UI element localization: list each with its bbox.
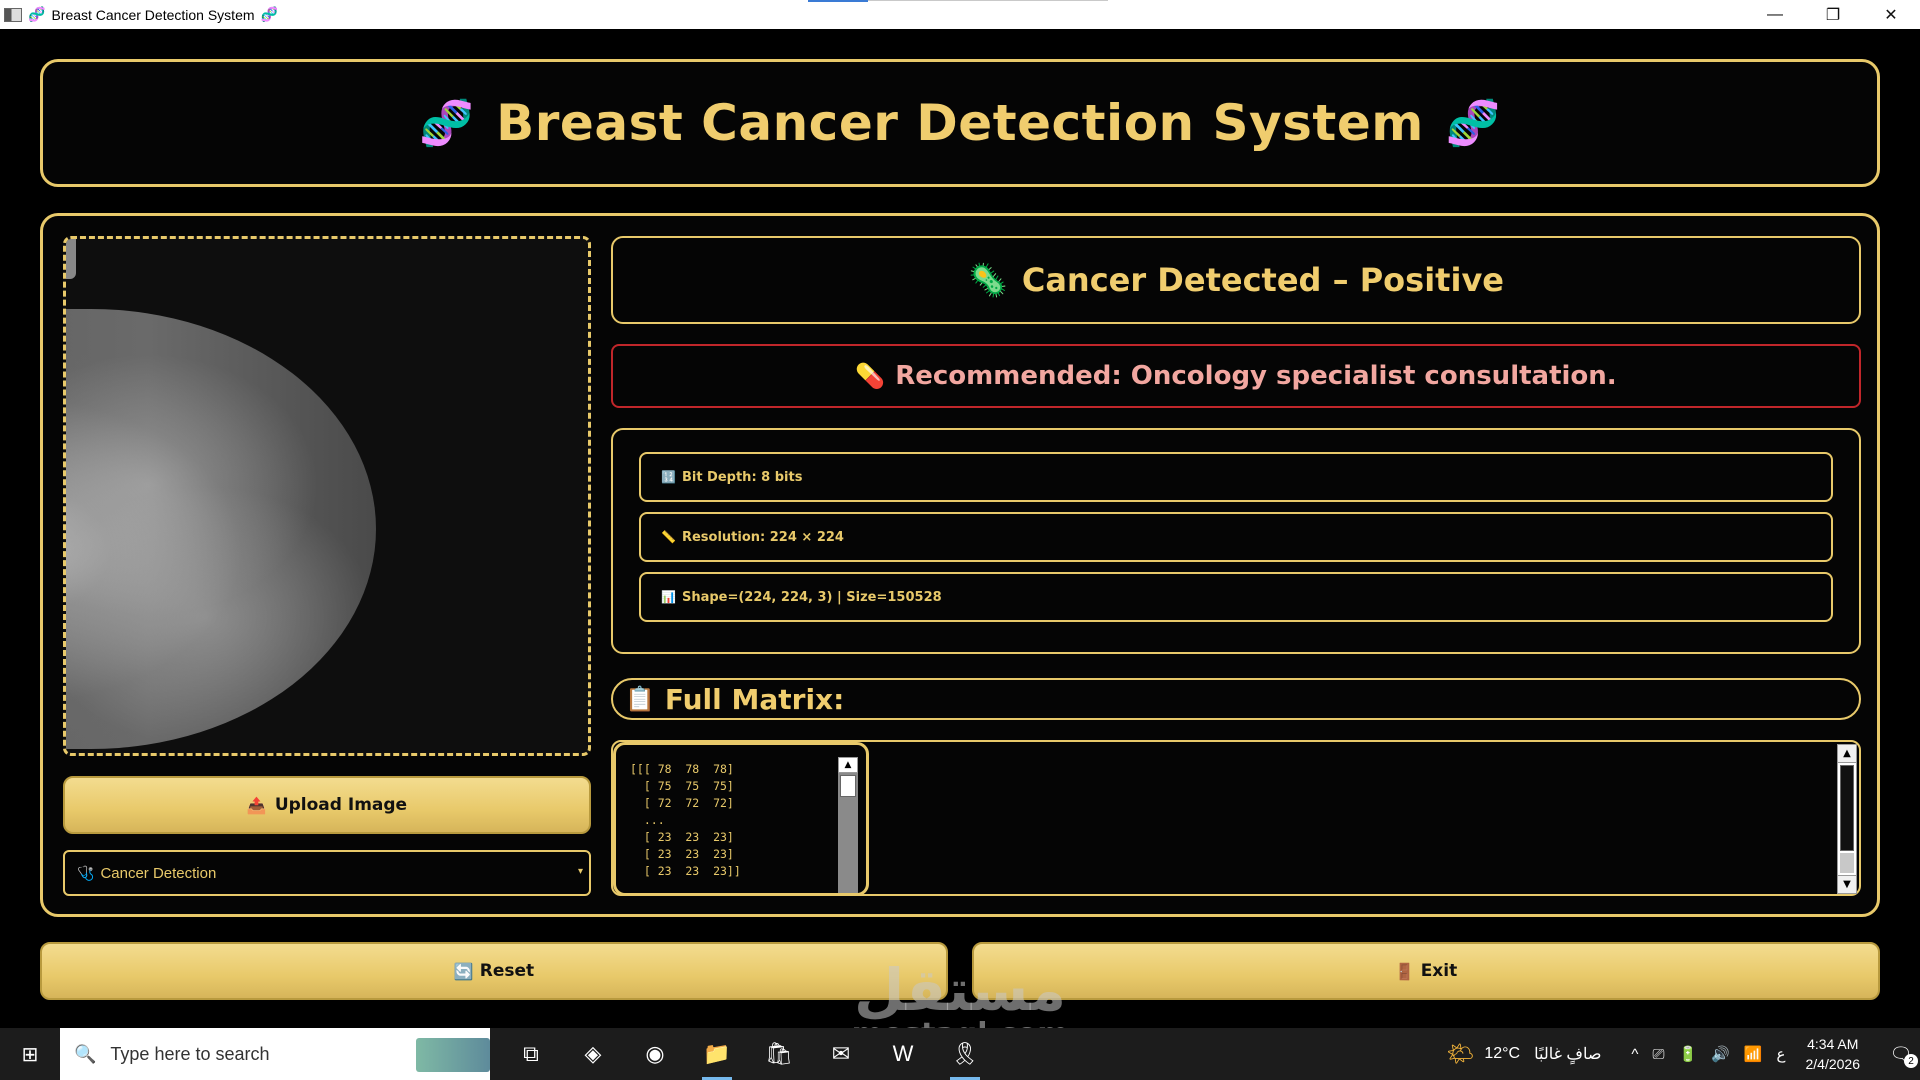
title-dna-icon-right: 🧬 (260, 6, 278, 22)
window-controls: — ❐ ✕ (1746, 0, 1920, 29)
weather-icon: 🌤 (1446, 1041, 1475, 1066)
matrix-content: [[[ 78 78 78] [ 75 75 75] [ 72 72 72] ..… (630, 762, 741, 878)
edge-icon[interactable]: ◉ (624, 1028, 686, 1080)
refresh-icon: 🔄 (453, 961, 474, 981)
main-panel: 📤 Upload Image 🩺 Cancer Detection ▾ 🦠 Ca… (40, 213, 1880, 917)
numbers-icon: 🔢 (661, 470, 676, 484)
maximize-button[interactable]: ❐ (1804, 0, 1862, 29)
scrollbar-thumb[interactable] (840, 775, 856, 797)
weather-temp: 12°C (1484, 1045, 1521, 1062)
window-titlebar: 🧬 Breast Cancer Detection System 🧬 — ❐ ✕ (0, 0, 1920, 29)
full-matrix-header: 📋 Full Matrix: (611, 678, 1861, 720)
upload-icon: 📤 (246, 795, 267, 815)
stethoscope-icon: 🩺 (77, 864, 95, 881)
resolution-row: 📏 Resolution: 224 × 224 (639, 512, 1833, 562)
taskbar-search-input[interactable]: 🔍 Type here to search (60, 1028, 490, 1080)
header-panel: 🧬 Breast Cancer Detection System 🧬 (40, 59, 1880, 187)
clock-time: 4:34 AM (1807, 1036, 1859, 1052)
window-title: Breast Cancer Detection System (51, 6, 255, 23)
windows-start-icon[interactable]: ⊞ (0, 1028, 60, 1080)
show-hidden-icons-icon[interactable]: ^ (1631, 1046, 1638, 1063)
task-view-icon[interactable]: ⧉ (500, 1028, 562, 1080)
cancer-app-icon[interactable]: 🎗 (934, 1028, 996, 1080)
image-info-panel: 🔢 Bit Depth: 8 bits 📏 Resolution: 224 × … (611, 428, 1861, 654)
minimize-button[interactable]: — (1746, 0, 1804, 29)
recommendation-text: Recommended: Oncology specialist consult… (895, 361, 1617, 391)
mammogram-image (66, 309, 376, 749)
shape-text: Shape=(224, 224, 3) | Size=150528 (681, 589, 942, 605)
copilot-icon[interactable]: ◈ (562, 1028, 624, 1080)
matrix-outer-scrollbar[interactable]: ▲ ▼ (1837, 744, 1857, 894)
matrix-text-box[interactable]: [[[ 78 78 78] [ 75 75 75] [ 72 72 72] ..… (613, 742, 869, 896)
microbe-icon: 🦠 (968, 261, 1008, 299)
dna-icon: 🧬 (419, 98, 475, 149)
app-main: 🧬 Breast Cancer Detection System 🧬 📤 Upl… (0, 29, 1920, 1050)
matrix-inner-scrollbar[interactable]: ▲ (838, 757, 858, 893)
system-tray: 🌤 12°C صافٍ غالبًا ^ ⎚ 🔋 🔊 📶 ع 4:34 AM 2… (1446, 1028, 1920, 1080)
scroll-up-icon[interactable]: ▲ (1838, 745, 1856, 763)
recommendation-box: 💊 Recommended: Oncology specialist consu… (611, 344, 1861, 408)
weather-widget[interactable]: 🌤 12°C صافٍ غالبًا (1446, 1041, 1601, 1067)
upload-image-button[interactable]: 📤 Upload Image (63, 776, 591, 834)
matrix-scroll-area[interactable]: [[[ 78 78 78] [ 75 75 75] [ 72 72 72] ..… (611, 740, 1861, 896)
title-dna-icon: 🧬 (28, 6, 46, 22)
door-icon: 🚪 (1394, 961, 1415, 981)
outlook-icon[interactable]: ✉ (810, 1028, 872, 1080)
exit-button[interactable]: 🚪 Exit (972, 942, 1880, 1000)
file-explorer-icon[interactable]: 📁 (686, 1028, 748, 1080)
store-icon[interactable]: 🛍 (748, 1028, 810, 1080)
resolution-text: Resolution: 224 × 224 (681, 529, 844, 545)
upload-button-label: Upload Image (274, 795, 408, 815)
wps-icon[interactable]: W (872, 1028, 934, 1080)
taskbar-apps: ⧉ ◈ ◉ 📁 🛍 ✉ W 🎗 (500, 1028, 996, 1080)
notifications-icon[interactable]: 🗨 2 (1882, 1028, 1920, 1080)
image-preview-frame (63, 236, 591, 756)
shape-row: 📊 Shape=(224, 224, 3) | Size=150528 (639, 572, 1833, 622)
wifi-icon[interactable]: 📶 (1744, 1045, 1763, 1063)
close-button[interactable]: ✕ (1862, 0, 1920, 29)
full-matrix-label: Full Matrix: (664, 682, 845, 716)
weather-desc: صافٍ غالبًا (1534, 1046, 1602, 1063)
diagnosis-result-text: Cancer Detected – Positive (1021, 261, 1504, 299)
scrollbar-track[interactable] (1840, 765, 1854, 851)
reset-button-label: Reset (479, 961, 535, 981)
clock[interactable]: 4:34 AM 2/4/2026 (1806, 1034, 1861, 1074)
search-icon: 🔍 (74, 1043, 97, 1064)
bit-depth-text: Bit Depth: 8 bits (681, 469, 803, 485)
dna-icon: 🧬 (1445, 98, 1501, 149)
scrollbar-thumb[interactable] (1840, 853, 1854, 873)
mammogram-marker (66, 239, 76, 279)
clipboard-icon: 📋 (625, 685, 655, 713)
titlebar-accent-line (868, 0, 1108, 1)
language-indicator[interactable]: ع (1777, 1045, 1786, 1063)
titlebar-accent (808, 0, 868, 2)
mode-dropdown-value: Cancer Detection (100, 864, 217, 882)
meet-icon[interactable]: ⎚ (1652, 1046, 1664, 1063)
notification-badge: 2 (1904, 1054, 1918, 1068)
clock-date: 2/4/2026 (1805, 1056, 1861, 1072)
app-window-icon (4, 7, 22, 22)
reset-button[interactable]: 🔄 Reset (40, 942, 948, 1000)
bar-chart-icon: 📊 (661, 590, 676, 604)
pill-icon: 💊 (855, 362, 886, 390)
tray-icons: ^ ⎚ 🔋 🔊 📶 ع (1631, 1045, 1786, 1064)
search-placeholder: Type here to search (110, 1043, 270, 1064)
scroll-up-icon[interactable]: ▲ (838, 757, 858, 773)
mode-dropdown[interactable]: 🩺 Cancer Detection ▾ (63, 850, 591, 896)
volume-icon[interactable]: 🔊 (1711, 1045, 1730, 1063)
bit-depth-row: 🔢 Bit Depth: 8 bits (639, 452, 1833, 502)
scroll-down-icon[interactable]: ▼ (1838, 875, 1856, 893)
battery-icon[interactable]: 🔋 (1678, 1045, 1697, 1063)
diagnosis-result: 🦠 Cancer Detected – Positive (611, 236, 1861, 324)
ruler-icon: 📏 (661, 530, 676, 544)
taskbar: ⊞ 🔍 Type here to search ⧉ ◈ ◉ 📁 🛍 ✉ W 🎗 … (0, 1028, 1920, 1080)
chevron-down-icon[interactable]: ▾ (578, 866, 583, 877)
page-title: Breast Cancer Detection System (496, 94, 1424, 152)
exit-button-label: Exit (1420, 961, 1458, 981)
search-highlight-icon (416, 1038, 490, 1072)
